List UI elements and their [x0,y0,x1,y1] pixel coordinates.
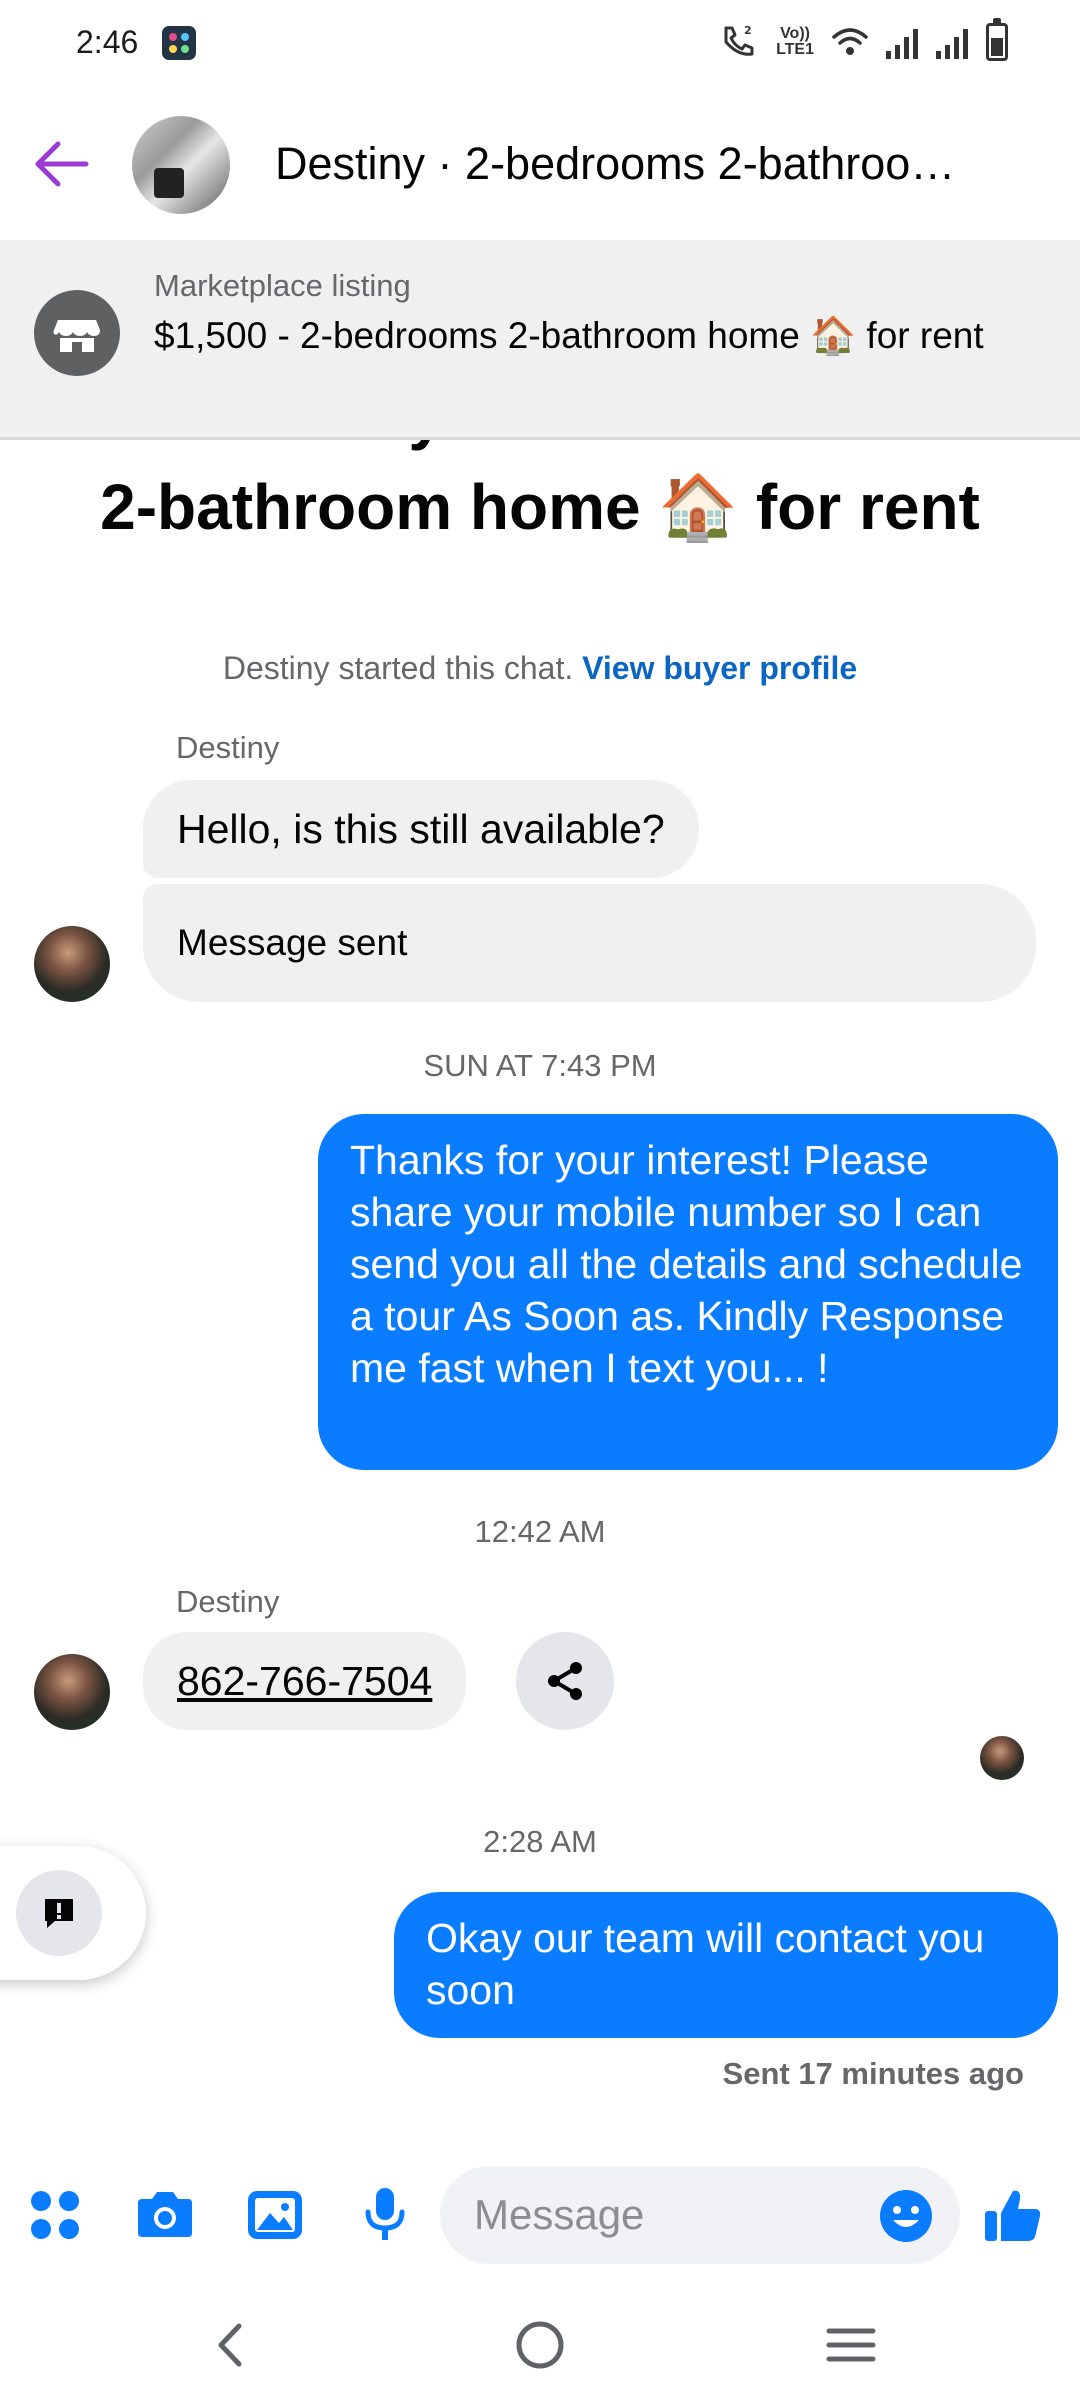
voice-button[interactable] [352,2182,418,2248]
timestamp-separator: SUN AT 7:43 PM [423,1048,657,1083]
thumbs-up-icon [985,2190,1041,2241]
chat-title[interactable]: Destiny · 2-bedrooms 2-bathroo… [275,138,995,190]
message-composer [0,2160,1080,2270]
microphone-icon [365,2188,405,2240]
wifi-icon [832,28,868,55]
conversation-title: 2-bathroom home 🏠 for rent [100,471,980,543]
report-tab[interactable] [0,1846,146,1980]
notification-app-icon [162,26,196,60]
nav-back-button[interactable] [194,2312,264,2378]
svg-text:2: 2 [744,24,752,37]
status-indicators: 2 Vo)) LTE1 [718,18,1008,62]
battery-icon [986,18,1008,61]
marketplace-listing-banner[interactable]: Marketplace listing $1,500 - 2-bedrooms … [0,240,1080,440]
nav-recents-button[interactable] [816,2312,886,2378]
share-button[interactable] [516,1632,614,1730]
menu-lines-icon [826,2328,876,2362]
chat-header: Destiny · 2-bedrooms 2-bathroo… [0,90,1080,240]
listing-avatar[interactable] [132,116,230,214]
system-navigation-bar [0,2290,1080,2400]
report-button[interactable] [16,1870,102,1956]
incoming-message-status[interactable]: Message sent [143,884,1036,1002]
signal-bars-1-icon [886,25,918,59]
listing-text: $1,500 - 2-bedrooms 2-bathroom home 🏠 fo… [154,315,984,356]
report-icon [45,1899,73,1928]
status-time: 2:46 [76,24,139,60]
four-dots-icon [31,2191,79,2239]
lte-label: LTE1 [776,41,814,58]
camera-button[interactable] [132,2182,198,2248]
sender-avatar[interactable] [34,1654,110,1730]
sent-status: Sent 17 minutes ago [722,2056,1024,2091]
back-arrow-button[interactable] [28,130,96,198]
phone-number-message[interactable]: 862-766-7504 [143,1632,467,1730]
listing-label: Marketplace listing [154,268,411,303]
sender-name: Destiny [176,1584,280,1619]
marketplace-store-icon [34,290,120,376]
wifi-calling-icon: 2 [724,24,754,56]
emoji-icon[interactable] [878,2188,934,2244]
chat-started-notice: Destiny started this chat. View buyer pr… [0,650,1080,687]
like-button[interactable] [980,2182,1046,2248]
timestamp-separator: 12:42 AM [474,1514,606,1549]
seen-receipt-avatar [980,1736,1024,1780]
more-actions-button[interactable] [22,2182,88,2248]
gallery-button[interactable] [242,2182,308,2248]
image-icon [248,2191,302,2239]
sender-name: Destiny [176,730,280,765]
incoming-message[interactable]: Hello, is this still available? [143,780,699,878]
outgoing-message[interactable]: Thanks for your interest! Please share y… [318,1114,1058,1470]
chat-started-text: Destiny started this chat. [222,650,574,686]
sender-avatar[interactable] [34,926,110,1002]
share-icon [548,1662,582,1700]
status-bar: 2:46 2 Vo)) LTE1 [0,0,1080,90]
timestamp-separator: 2:28 AM [483,1824,597,1859]
camera-icon [138,2192,192,2237]
home-circle-icon [516,2321,564,2369]
view-buyer-profile-link[interactable]: View buyer profile [582,650,857,686]
signal-bars-2-icon [936,25,968,59]
nav-home-button[interactable] [505,2312,575,2378]
chevron-left-icon [218,2323,242,2367]
outgoing-message[interactable]: Okay our team will contact you soon [394,1892,1058,2038]
volte-label: Vo)) [780,25,810,42]
volte-indicator: Vo)) LTE1 [776,26,814,58]
